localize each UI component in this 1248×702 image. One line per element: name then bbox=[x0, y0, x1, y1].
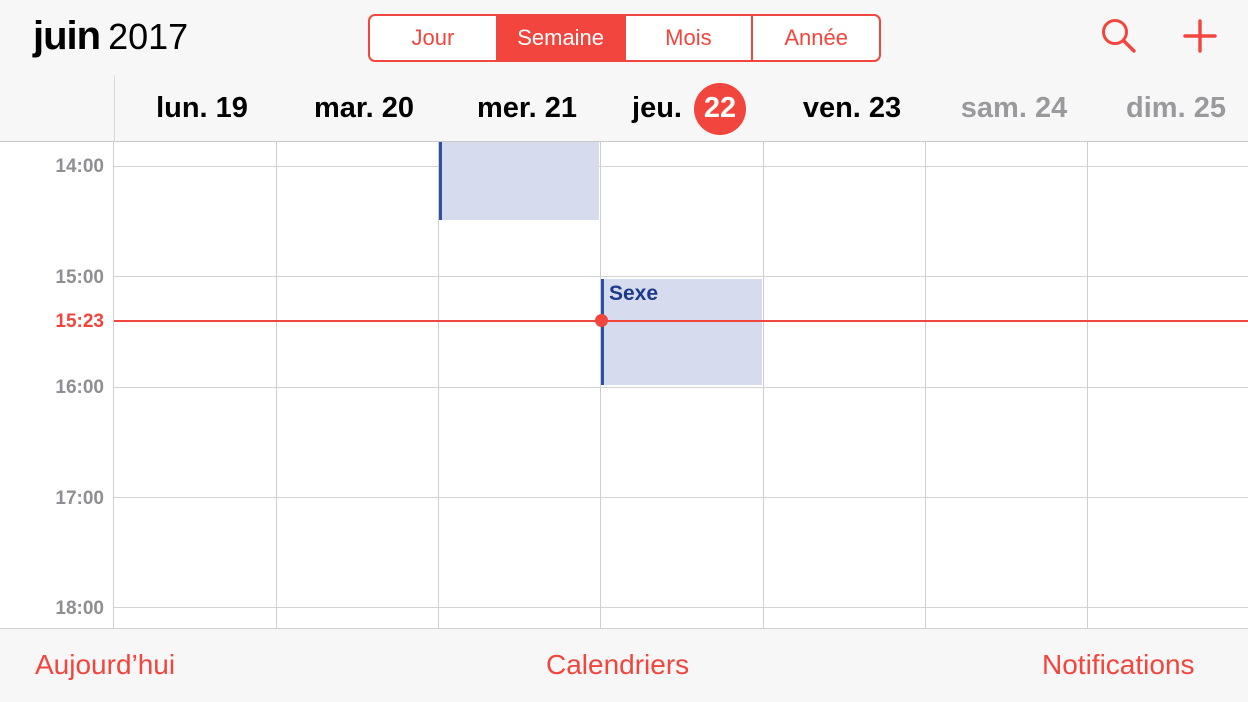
day-name: ven. bbox=[802, 92, 861, 124]
calendars-button[interactable]: Calendriers bbox=[546, 649, 689, 681]
day-header-tue[interactable]: mar. 20 bbox=[283, 75, 445, 142]
day-header-fri[interactable]: ven. 23 bbox=[771, 75, 933, 142]
hour-label: 14:00 bbox=[55, 156, 104, 177]
current-time-label: 15:23 bbox=[55, 311, 104, 332]
current-time-dot bbox=[595, 314, 608, 327]
day-name: sam. bbox=[960, 92, 1027, 124]
event-block[interactable]: Sexe bbox=[601, 279, 762, 385]
bottom-toolbar: Aujourd’hui Calendriers Notifications bbox=[0, 628, 1248, 702]
today-button[interactable]: Aujourd’hui bbox=[35, 649, 175, 681]
plus-icon bbox=[1183, 19, 1217, 53]
event-title bbox=[442, 142, 599, 145]
day-name: mar. bbox=[314, 92, 374, 124]
view-switcher: Jour Semaine Mois Année bbox=[368, 14, 881, 62]
day-number: 20 bbox=[381, 92, 414, 124]
day-header-mon[interactable]: lun. 19 bbox=[121, 75, 283, 142]
notifications-button[interactable]: Notifications bbox=[1042, 649, 1195, 681]
month-label: juin bbox=[33, 14, 101, 58]
day-header-sat[interactable]: sam. 24 bbox=[933, 75, 1095, 142]
event-title: Sexe bbox=[609, 282, 659, 305]
day-column-divider bbox=[1087, 142, 1088, 628]
week-grid[interactable]: 14:00 15:00 16:00 17:00 18:00 Sexe 15:23 bbox=[0, 142, 1248, 628]
day-column-divider bbox=[925, 142, 926, 628]
hour-line bbox=[114, 276, 1248, 277]
month-title: juin 2017 bbox=[33, 14, 188, 59]
view-day-button[interactable]: Jour bbox=[370, 16, 498, 60]
day-column-divider bbox=[276, 142, 277, 628]
day-column-divider bbox=[113, 142, 114, 628]
hour-line bbox=[114, 607, 1248, 608]
view-year-button[interactable]: Année bbox=[753, 16, 879, 60]
view-week-button[interactable]: Semaine bbox=[497, 16, 626, 60]
day-number: 19 bbox=[215, 92, 248, 124]
hour-label: 16:00 bbox=[55, 377, 104, 398]
hour-line bbox=[114, 166, 1248, 167]
day-column-divider bbox=[600, 142, 601, 628]
day-header-sun[interactable]: dim. 25 bbox=[1095, 75, 1248, 142]
hour-label: 18:00 bbox=[55, 598, 104, 619]
search-icon bbox=[1102, 19, 1136, 53]
view-month-button[interactable]: Mois bbox=[626, 16, 754, 60]
current-time-line bbox=[114, 320, 1248, 322]
day-number: 25 bbox=[1193, 92, 1226, 124]
day-header-wed[interactable]: mer. 21 bbox=[446, 75, 608, 142]
search-button[interactable] bbox=[1099, 16, 1139, 56]
hour-line bbox=[114, 387, 1248, 388]
week-days-row: lun. 19 mar. 20 mer. 21 jeu. 22 ven. 23 s… bbox=[114, 75, 1248, 142]
day-name: mer. bbox=[477, 92, 537, 124]
hour-label: 15:00 bbox=[55, 267, 104, 288]
add-event-button[interactable] bbox=[1178, 14, 1222, 58]
hour-label: 17:00 bbox=[55, 488, 104, 509]
day-header-thu[interactable]: jeu. 22 bbox=[608, 75, 770, 142]
today-badge: 22 bbox=[693, 82, 746, 135]
day-name: jeu. bbox=[632, 92, 682, 124]
header: juin 2017 Jour Semaine Mois Année lun. 19… bbox=[0, 0, 1248, 142]
day-number: 21 bbox=[544, 92, 577, 124]
day-name: lun. bbox=[156, 92, 208, 124]
day-column-divider bbox=[763, 142, 764, 628]
day-name: dim. bbox=[1126, 92, 1186, 124]
year-label: 2017 bbox=[108, 16, 189, 57]
day-number: 24 bbox=[1034, 92, 1068, 124]
day-number: 23 bbox=[868, 92, 902, 124]
event-block[interactable] bbox=[439, 142, 599, 220]
hour-line bbox=[114, 497, 1248, 498]
